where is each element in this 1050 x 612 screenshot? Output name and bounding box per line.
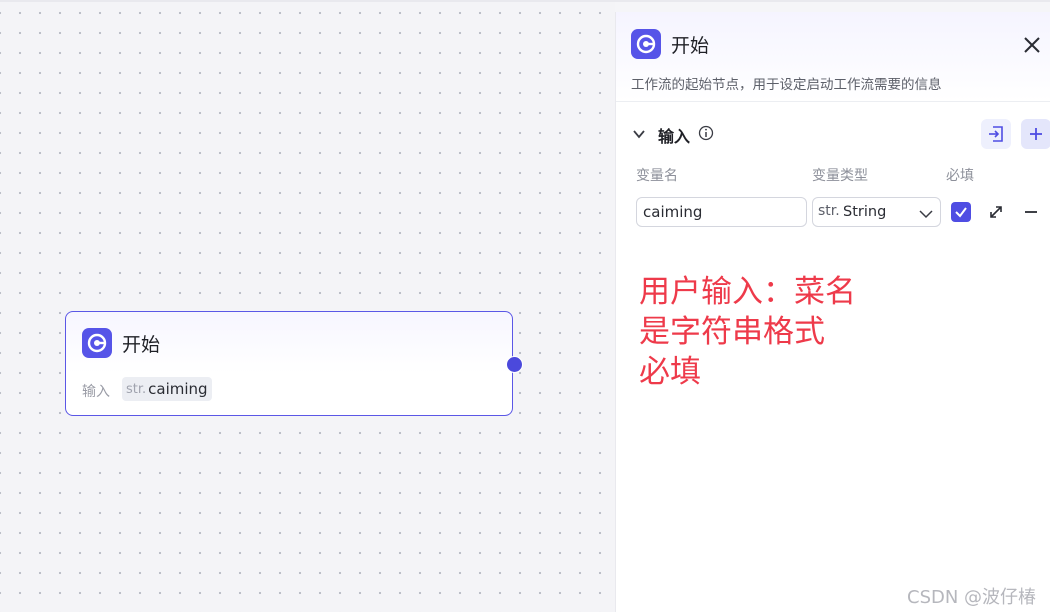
variable-type-tag: str.	[126, 381, 147, 397]
column-header-required: 必填	[946, 168, 974, 184]
type-prefix: str.	[818, 203, 840, 219]
minus-icon[interactable]	[1021, 202, 1041, 222]
start-node-title: 开始	[122, 334, 161, 356]
top-border	[0, 0, 1050, 2]
import-icon	[989, 126, 1003, 142]
workflow-canvas[interactable]	[0, 0, 615, 612]
panel-description: 工作流的起始节点，用于设定启动工作流需要的信息	[631, 77, 942, 93]
required-checkbox[interactable]	[951, 202, 971, 222]
variable-name: caiming	[148, 380, 208, 398]
type-value: String	[843, 204, 887, 220]
column-header-variable-name: 变量名	[636, 168, 678, 184]
column-header-variable-type: 变量类型	[812, 168, 868, 184]
start-node-input-label: 输入	[82, 384, 110, 400]
variable-name-input[interactable]	[636, 197, 807, 227]
start-node[interactable]: 开始 输入 str. caiming	[65, 311, 523, 416]
chevron-down-icon[interactable]	[632, 126, 646, 140]
panel-header: 开始 工作流的起始节点，用于设定启动工作流需要的信息	[616, 12, 1050, 102]
start-node-variable-chip: str. caiming	[122, 377, 212, 401]
panel-title: 开始	[671, 35, 710, 57]
variable-type-select[interactable]: str. String	[812, 197, 941, 227]
annotation-text: 用户输入：菜名 是字符串格式 必填	[639, 274, 856, 390]
chevron-down-icon	[919, 206, 933, 220]
import-variable-button[interactable]	[981, 119, 1011, 149]
expand-icon[interactable]	[986, 202, 1006, 222]
start-icon	[631, 29, 661, 59]
start-node-icon	[82, 328, 112, 358]
input-section-title: 输入	[658, 127, 691, 146]
close-icon[interactable]	[1021, 34, 1043, 56]
info-icon[interactable]	[698, 125, 714, 141]
plus-icon	[1030, 128, 1042, 140]
check-icon	[955, 207, 967, 218]
watermark: CSDN @波仔椿	[907, 587, 1037, 608]
add-variable-button[interactable]	[1021, 119, 1050, 149]
node-output-handle[interactable]	[506, 356, 523, 373]
